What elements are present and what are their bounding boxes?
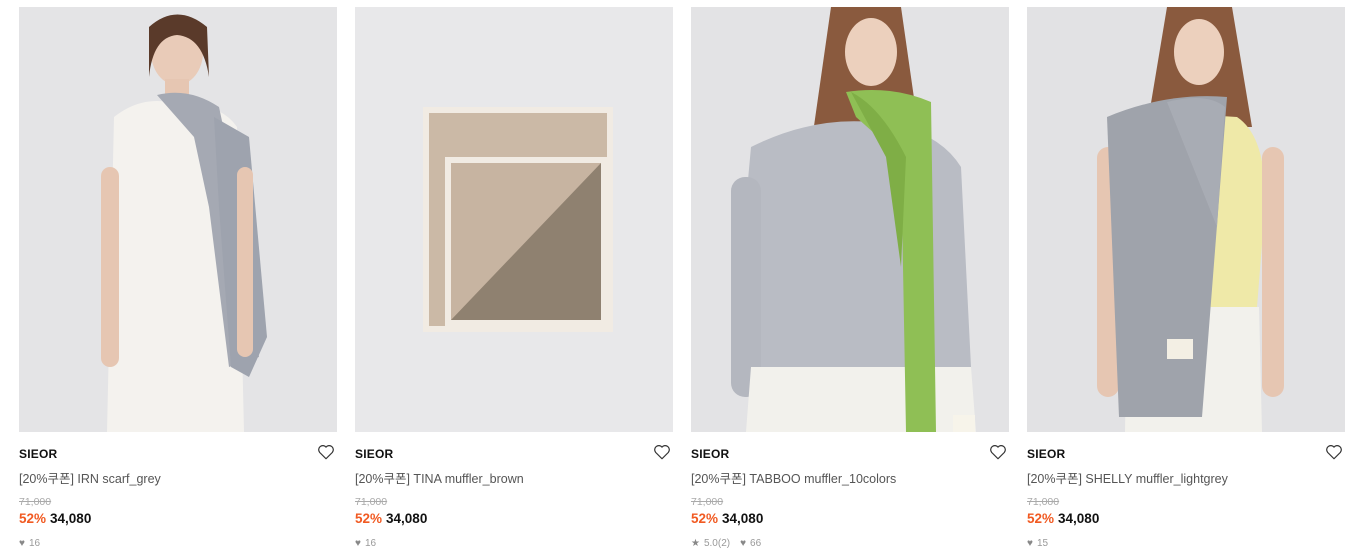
product-image[interactable] xyxy=(1027,7,1345,432)
product-meta: ♥ 16 xyxy=(355,538,673,549)
like-count: 66 xyxy=(750,538,762,549)
sale-price: 34,080 xyxy=(722,511,764,526)
brand-name[interactable]: SIEOR xyxy=(691,447,729,461)
brand-name[interactable]: SIEOR xyxy=(355,447,393,461)
original-price: 71,000 xyxy=(19,496,52,508)
brand-row: SIEOR xyxy=(691,445,1009,463)
product-photo-model-lightgrey-muffler xyxy=(1027,7,1345,432)
heart-icon[interactable] xyxy=(989,443,1007,461)
price-row: 52% 34,080 xyxy=(691,511,1009,526)
original-price: 71,000 xyxy=(691,496,724,508)
heart-icon[interactable] xyxy=(317,443,335,461)
product-title[interactable]: [20%쿠폰] TINA muffler_brown xyxy=(355,468,673,487)
product-image[interactable] xyxy=(355,7,673,432)
product-image[interactable] xyxy=(691,7,1009,432)
brand-name[interactable]: SIEOR xyxy=(1027,447,1065,461)
heart-icon[interactable] xyxy=(653,443,671,461)
discount-rate: 52% xyxy=(355,511,383,526)
price-row: 52% 34,080 xyxy=(19,511,337,526)
heart-filled-icon: ♥ xyxy=(740,538,747,549)
sale-price: 34,080 xyxy=(386,511,428,526)
product-title[interactable]: [20%쿠폰] SHELLY muffler_lightgrey xyxy=(1027,468,1345,487)
product-title[interactable]: [20%쿠폰] IRN scarf_grey xyxy=(19,468,337,487)
product-title[interactable]: [20%쿠폰] TABBOO muffler_10colors xyxy=(691,468,1009,487)
price-row: 52% 34,080 xyxy=(355,511,673,526)
original-price: 71,000 xyxy=(355,496,388,508)
heart-filled-icon: ♥ xyxy=(1027,538,1033,549)
product-card[interactable]: SIEOR [20%쿠폰] TINA muffler_brown 71,000 … xyxy=(355,7,673,549)
product-card[interactable]: SIEOR [20%쿠폰] TABBOO muffler_10colors 71… xyxy=(691,7,1009,549)
brand-row: SIEOR xyxy=(19,445,337,463)
rating: 5.0(2) xyxy=(703,538,731,549)
product-image[interactable] xyxy=(19,7,337,432)
heart-filled-icon: ♥ xyxy=(355,538,361,549)
product-card[interactable]: SIEOR [20%쿠폰] IRN scarf_grey 71,000 52% 3… xyxy=(19,7,337,549)
product-photo-model-green-muffler xyxy=(691,7,1009,432)
discount-rate: 52% xyxy=(1027,511,1055,526)
heart-icon[interactable] xyxy=(1325,443,1343,461)
product-meta: ★ 5.0(2) ♥ 66 xyxy=(691,538,1009,549)
like-count: 15 xyxy=(1036,538,1049,549)
product-meta: ♥ 15 xyxy=(1027,538,1345,549)
product-meta: ♥ 16 xyxy=(19,538,337,549)
discount-rate: 52% xyxy=(19,511,47,526)
star-icon: ★ xyxy=(691,538,700,549)
brand-row: SIEOR xyxy=(1027,445,1345,463)
like-count: 16 xyxy=(364,538,377,549)
product-photo-folded-brown-muffler xyxy=(355,7,673,432)
discount-rate: 52% xyxy=(691,511,719,526)
heart-filled-icon: ♥ xyxy=(19,538,25,549)
sale-price: 34,080 xyxy=(50,511,92,526)
product-grid: SIEOR [20%쿠폰] IRN scarf_grey 71,000 52% 3… xyxy=(19,7,1345,549)
product-card[interactable]: SIEOR [20%쿠폰] SHELLY muffler_lightgrey 7… xyxy=(1027,7,1345,549)
original-price: 71,000 xyxy=(1027,496,1060,508)
product-photo-model-grey-scarf xyxy=(19,7,337,432)
brand-row: SIEOR xyxy=(355,445,673,463)
like-count: 16 xyxy=(28,538,41,549)
price-row: 52% 34,080 xyxy=(1027,511,1345,526)
sale-price: 34,080 xyxy=(1058,511,1100,526)
brand-name[interactable]: SIEOR xyxy=(19,447,57,461)
